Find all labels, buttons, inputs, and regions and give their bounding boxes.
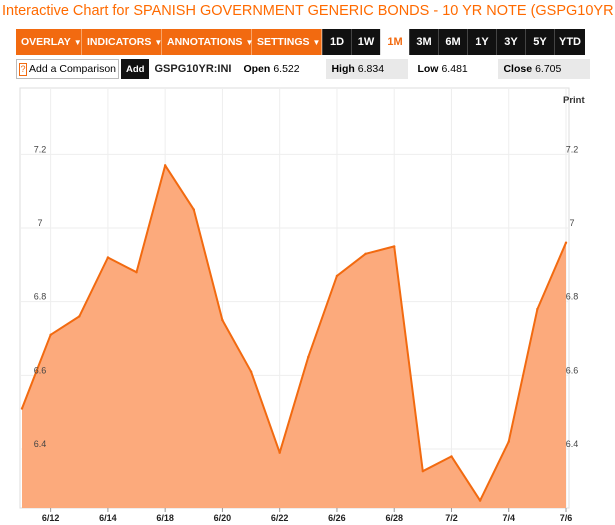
y-tick-label-right: 6.6 [566, 365, 579, 375]
data-point [421, 469, 425, 473]
data-point [163, 164, 167, 167]
x-tick-label: 6/20 [214, 513, 232, 523]
y-tick-label-right: 6.4 [566, 439, 579, 449]
data-point [335, 274, 339, 278]
y-tick-label-left: 7 [37, 218, 42, 228]
data-point [135, 271, 138, 274]
x-tick-label: 6/28 [385, 513, 403, 523]
price-chart[interactable]: 6.4 6.46.6 6.66.8 6.87 77.2 7.2 6/12 6/14 6/18 6… [0, 0, 615, 525]
data-point [78, 315, 81, 318]
data-point [536, 307, 539, 311]
data-point [192, 208, 195, 211]
data-point [106, 256, 110, 259]
y-tick-label-left: 6.4 [34, 439, 47, 449]
data-point [20, 407, 24, 410]
print-link[interactable]: Print [563, 95, 585, 106]
x-tick-label: 6/26 [328, 513, 346, 523]
x-tick-label: 7/4 [502, 513, 515, 523]
data-point [249, 370, 253, 373]
data-point [364, 252, 367, 255]
y-tick-label-right: 7.2 [566, 144, 579, 154]
data-point [507, 440, 510, 443]
data-point [307, 355, 310, 359]
data-point [278, 451, 281, 454]
data-point [478, 499, 482, 502]
y-tick-label-right: 6.8 [566, 292, 579, 302]
data-point [393, 245, 396, 248]
x-tick-label: 6/22 [271, 513, 289, 523]
data-point [221, 318, 224, 322]
x-tick-label: 6/18 [156, 513, 174, 523]
y-tick-label-left: 6.8 [34, 292, 47, 302]
data-point [450, 455, 453, 458]
x-tick-label: 6/14 [99, 513, 117, 523]
y-tick-label-right: 7 [569, 218, 574, 228]
x-tick-label: 6/12 [42, 513, 60, 523]
data-point [49, 333, 52, 337]
x-tick-label: 7/2 [445, 513, 458, 523]
y-tick-label-left: 6.6 [34, 365, 47, 375]
y-tick-label-left: 7.2 [34, 144, 47, 154]
data-point [564, 241, 568, 244]
x-tick-label: 7/6 [560, 513, 573, 523]
x-axis-ticks: 6/12 6/14 6/18 6/20 6/22 6/26 6/28 7/2 7/4 7/6 [42, 513, 572, 523]
